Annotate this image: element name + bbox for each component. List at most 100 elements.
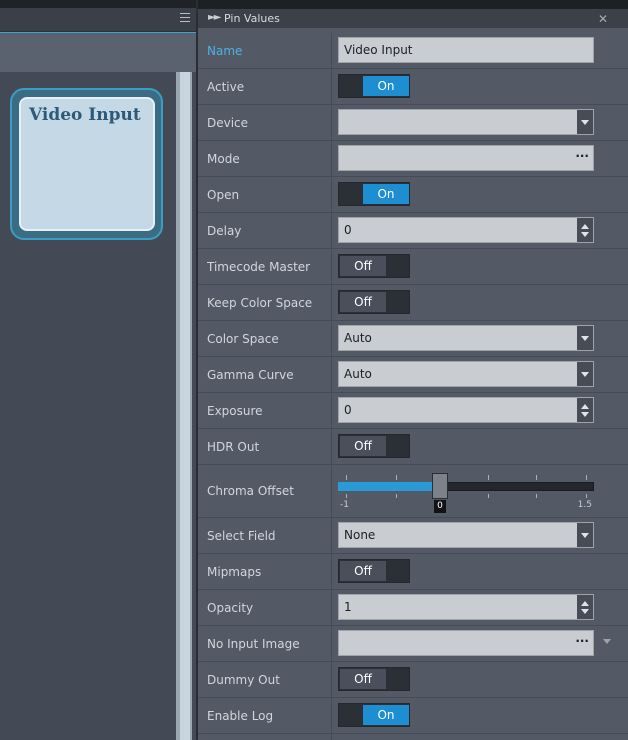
pin-label: Dummy Out [207,672,280,687]
slider-tick [536,494,537,498]
pin-row-timecode-master: Timecode Master Off [198,249,628,285]
patch-scrollbar-thumb[interactable] [180,72,190,740]
device-select[interactable] [338,109,594,135]
pin-label: Chroma Offset [207,484,294,498]
pin-label: No Input Image [207,636,300,651]
pin-label: Keep Color Space [207,295,313,310]
mipmaps-toggle[interactable]: Off [338,559,410,583]
gamma-curve-select[interactable]: Auto [338,361,594,387]
row-divider [331,429,332,464]
row-divider [331,285,332,320]
pin-label: Enable Log [207,708,274,723]
exposure-input[interactable]: 0 [338,397,594,423]
color-space-value: Auto [344,331,372,345]
slider-tick [536,475,537,480]
pin-list: Name Video Input Active On Device Mode ·… [198,33,628,740]
pin-row-keep-color-space: Keep Color Space Off [198,285,628,321]
chevron-down-icon[interactable] [577,110,593,134]
toggle-off-state: Off [340,561,386,581]
slider-value-label: 0 [434,500,446,513]
pin-label: Timecode Master [207,259,311,274]
row-divider [331,105,332,140]
pin-label: Open [207,187,240,202]
pin-label: HDR Out [207,439,260,454]
slider-tick [396,494,397,498]
pin-label: Color Space [207,331,279,346]
pin-row-active: Active On [198,69,628,105]
pin-label: Delay [207,223,242,238]
mode-field[interactable]: ··· [338,145,594,171]
slider-tick [396,475,397,480]
slider-tick [586,475,587,480]
slider-thumb[interactable] [432,473,448,499]
row-divider [331,554,332,589]
select-field-select[interactable]: None [338,522,594,548]
slider-tick [586,494,587,498]
opacity-input[interactable]: 1 [338,594,594,620]
row-divider [331,321,332,356]
pin-row-device: Device [198,105,628,141]
pin-row-mode: Mode ··· [198,141,628,177]
open-toggle[interactable]: On [338,182,410,206]
name-input[interactable]: Video Input [338,37,594,63]
hamburger-menu-icon[interactable] [180,13,190,23]
ellipsis-icon[interactable]: ··· [575,149,589,163]
toggle-on-state: On [363,705,409,725]
pin-row-gamma-curve: Gamma Curve Auto [198,357,628,393]
delay-input[interactable]: 0 [338,217,594,243]
active-toggle[interactable]: On [338,74,410,98]
keep-color-space-toggle[interactable]: Off [338,290,410,314]
ellipsis-icon[interactable]: ··· [575,634,589,648]
pin-label: Exposure [207,403,263,418]
pin-label: Active [207,79,245,94]
slider-max-label: 1.5 [577,500,592,510]
gamma-curve-value: Auto [344,367,372,381]
color-space-select[interactable]: Auto [338,325,594,351]
timecode-master-toggle[interactable]: Off [338,254,410,278]
row-divider [331,357,332,392]
spinner-icon[interactable] [577,218,593,242]
dummy-out-toggle[interactable]: Off [338,667,410,691]
spinner-icon[interactable] [577,595,593,619]
row-divider [331,590,332,625]
chevron-down-icon[interactable] [603,639,611,644]
chevron-down-icon[interactable] [577,523,593,547]
fast-forward-icon[interactable]: ►► [208,12,221,23]
pin-row-exposure: Exposure 0 [198,393,628,429]
slider-tick [346,475,347,480]
chevron-down-icon[interactable] [577,362,593,386]
toggle-off-state: Off [340,669,386,689]
chevron-down-icon[interactable] [577,326,593,350]
pin-row-hdr-out: HDR Out Off [198,429,628,465]
panel-top-strip [198,0,628,8]
row-divider [331,249,332,284]
pin-values-panel: ►► Pin Values ✕ Name Video Input Active … [198,0,628,740]
toggle-on-state: On [363,76,409,96]
patch-area: Video Input [0,0,196,740]
slider-min-label: -1 [340,500,349,510]
name-value: Video Input [344,43,413,57]
row-divider [331,662,332,697]
row-divider [331,213,332,248]
pin-row-empty [198,734,628,740]
pin-row-delay: Delay 0 [198,213,628,249]
row-divider [331,141,332,176]
enable-log-toggle[interactable]: On [338,703,410,727]
pin-row-open: Open On [198,177,628,213]
pin-row-no-input-image: No Input Image ··· [198,626,628,662]
row-divider [331,69,332,104]
opacity-value: 1 [344,600,352,614]
pin-row-select-field: Select Field None [198,518,628,554]
patch-header [0,8,196,32]
hdr-out-toggle[interactable]: Off [338,434,410,458]
row-divider [331,626,332,661]
toggle-on-state: On [363,184,409,204]
no-input-image-field[interactable]: ··· [338,630,594,656]
video-input-node[interactable]: Video Input [19,97,155,231]
slider-tick [346,494,347,498]
spinner-icon[interactable] [577,398,593,422]
close-icon[interactable]: ✕ [598,12,608,26]
pin-row-dummy-out: Dummy Out Off [198,662,628,698]
chroma-offset-slider[interactable]: -1 1.5 0 [338,473,594,513]
slider-tick [488,494,489,498]
